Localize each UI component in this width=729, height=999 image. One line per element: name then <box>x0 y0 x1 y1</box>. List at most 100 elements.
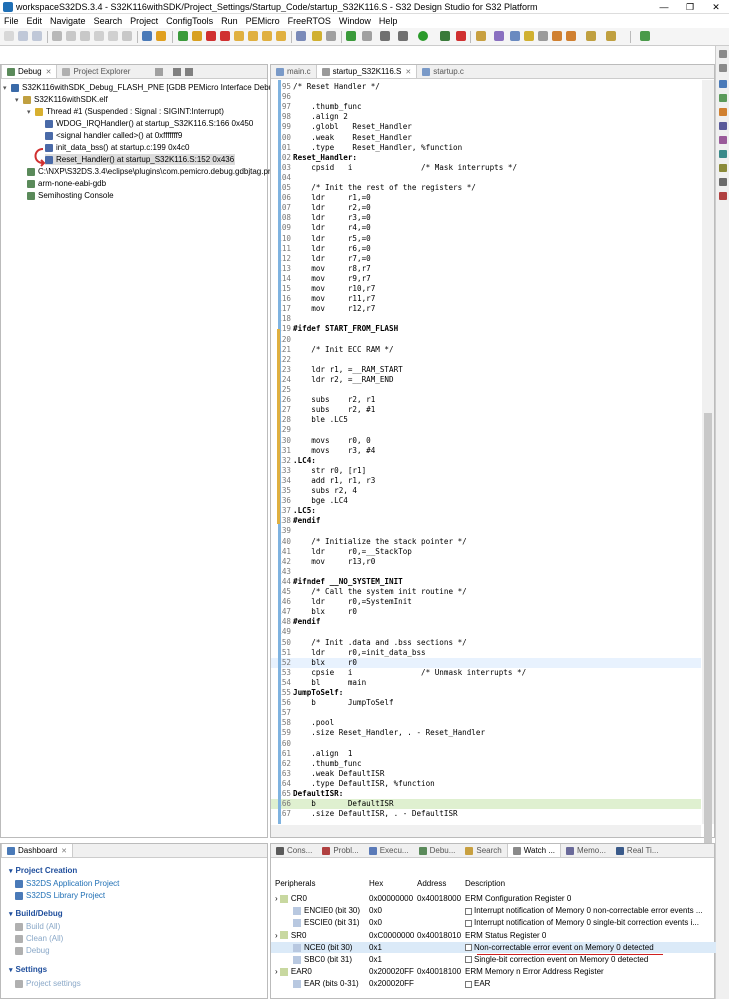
terminate-icon[interactable] <box>206 31 216 41</box>
collapse-icon[interactable]: ▾ <box>3 84 11 92</box>
code-line[interactable]: 145 /* Call the system init routine */ <box>271 587 701 597</box>
prev-annotation-icon[interactable] <box>566 31 576 41</box>
tab-startup-c[interactable]: startup.c <box>417 65 469 78</box>
code-area[interactable]: 95/* Reset Handler */96 97 .thumb_func 98 … <box>271 80 701 824</box>
menu-freertos[interactable]: FreeRTOS <box>284 16 335 26</box>
link-debug[interactable]: Debug <box>15 946 50 955</box>
code-line[interactable]: 166 b DefaultISR <box>271 799 701 810</box>
hex-value[interactable]: 0x1 <box>369 954 382 965</box>
paste-icon[interactable] <box>108 31 118 41</box>
code-line[interactable]: 139 <box>271 526 701 536</box>
debug-icon[interactable] <box>440 31 450 41</box>
code-line[interactable]: 161 .align 1 <box>271 749 701 759</box>
hex-value[interactable]: 0x0 <box>369 917 382 928</box>
code-line[interactable]: 131 movs r3, #4 <box>271 446 701 456</box>
expressions-icon[interactable] <box>719 136 727 144</box>
suspend-icon[interactable] <box>192 31 202 41</box>
code-line[interactable]: 162 .thumb_func <box>271 759 701 769</box>
gdb-process-row[interactable]: C:\NXP\S32DS.3.4\eclipse\plugins\com.pem… <box>27 166 277 177</box>
code-line[interactable]: 157 <box>271 708 701 718</box>
menu-pemicro[interactable]: PEMicro <box>242 16 284 26</box>
link-s32ds-library-project[interactable]: S32DS Library Project <box>15 891 105 900</box>
collapse-icon[interactable]: ▾ <box>27 108 35 116</box>
horizontal-scrollbar[interactable] <box>271 825 701 837</box>
vertical-scrollbar[interactable] <box>702 80 714 843</box>
menu-window[interactable]: Window <box>335 16 375 26</box>
code-line[interactable]: 135 subs r2, 4 <box>271 486 701 496</box>
code-line[interactable]: 118 <box>271 314 701 324</box>
new-icon[interactable] <box>4 31 14 41</box>
new-project-icon[interactable] <box>476 31 486 41</box>
minimize-view-icon[interactable] <box>719 64 727 72</box>
semihosting-row[interactable]: Semihosting Console <box>27 190 114 201</box>
resume-icon[interactable] <box>178 31 188 41</box>
back-icon[interactable] <box>586 31 596 41</box>
code-line[interactable]: 104 <box>271 173 701 183</box>
tab-startup-s[interactable]: startup_S32K116.S ✕ <box>315 65 418 78</box>
disconnect-icon[interactable] <box>220 31 230 41</box>
hex-value[interactable]: 0x200020FF <box>369 966 414 977</box>
minimize-button[interactable]: — <box>651 0 677 14</box>
peripherals-icon[interactable] <box>719 164 727 172</box>
tab-problems[interactable]: Probl... <box>317 844 363 857</box>
code-line[interactable]: 113 mov r8,r7 <box>271 264 701 274</box>
tab-real-time[interactable]: Real Ti... <box>611 844 664 857</box>
code-line[interactable]: 148 #endif <box>271 617 701 627</box>
code-line[interactable]: 98 .align 2 <box>271 112 701 122</box>
watch-row[interactable]: › SR0 0xC0000000 0x40018010 ERM Status Regi… <box>271 930 716 941</box>
code-line[interactable]: 120 <box>271 335 701 345</box>
code-line[interactable]: 102 Reset_Handler: <box>271 153 701 163</box>
code-line[interactable]: 96 <box>271 92 701 102</box>
menu-file[interactable]: File <box>0 16 23 26</box>
stack-frame-row-selected[interactable]: Reset_Handler() at startup_S32K116.S:152… <box>45 154 235 165</box>
code-line[interactable]: 101 .type Reset_Handler, %function <box>271 143 701 153</box>
code-line[interactable]: 133 str r0, [r1] <box>271 466 701 476</box>
menu-project[interactable]: Project <box>126 16 162 26</box>
code-line[interactable]: 155 JumpToSelf: <box>271 688 701 698</box>
open-perspective-icon[interactable] <box>494 31 504 41</box>
tab-executables[interactable]: Execu... <box>364 844 414 857</box>
tab-console[interactable]: Cons... <box>271 844 317 857</box>
target-icon[interactable] <box>398 31 408 41</box>
problems-view-icon[interactable] <box>719 192 727 200</box>
tab-watch[interactable]: Watch ... <box>506 844 562 857</box>
code-line[interactable]: 156 b JumpToSelf <box>271 698 701 708</box>
tab-search[interactable]: Search <box>460 844 506 857</box>
view-menu-icon[interactable] <box>155 67 164 76</box>
code-line[interactable]: 100 .weak Reset_Handler <box>271 133 701 143</box>
link-build[interactable]: Build (All) <box>15 922 60 931</box>
close-tab-icon[interactable]: ✕ <box>46 68 52 76</box>
close-tab-icon[interactable]: ✕ <box>61 847 67 855</box>
code-line[interactable]: 164 .type DefaultISR, %function <box>271 779 701 789</box>
link-clean[interactable]: Clean (All) <box>15 934 63 943</box>
hex-value[interactable]: 0x200020FF <box>369 978 414 989</box>
code-line[interactable]: 134 add r1, r1, r3 <box>271 476 701 486</box>
code-line[interactable]: 137 .LC5: <box>271 506 701 516</box>
restore-icon[interactable] <box>719 50 727 58</box>
code-line[interactable]: 119 #ifdef START_FROM_FLASH <box>271 324 701 334</box>
section-build-debug[interactable]: ▾ Build/Debug <box>9 909 63 918</box>
code-line[interactable]: 167 .size DefaultISR, . - DefaultISR <box>271 809 701 819</box>
code-line[interactable]: 109 ldr r4,=0 <box>271 223 701 233</box>
code-line[interactable]: 138 #endif <box>271 516 701 526</box>
disassembly-view-icon[interactable] <box>719 178 727 186</box>
code-line[interactable]: 126 subs r2, r1 <box>271 395 701 405</box>
forward-icon[interactable] <box>606 31 616 41</box>
build-target-icon[interactable] <box>362 31 372 41</box>
code-line[interactable]: 111 ldr r6,=0 <box>271 244 701 254</box>
maximize-button[interactable]: ❐ <box>677 0 703 14</box>
code-line[interactable]: 117 mov r12,r7 <box>271 304 701 314</box>
stack-frame-row[interactable]: init_data_bss() at startup.c:199 0x4c0 <box>45 142 189 153</box>
print-icon[interactable] <box>52 31 62 41</box>
code-line[interactable]: 95/* Reset Handler */ <box>271 82 701 92</box>
code-line[interactable]: 140 /* Initialize the stack pointer */ <box>271 537 701 547</box>
watch-row[interactable]: › CR0 0x00000000 0x40018000 ERM Configurati… <box>271 893 716 904</box>
code-line[interactable]: 128 ble .LC5 <box>271 415 701 425</box>
column-header-address[interactable]: Address <box>417 877 446 890</box>
menu-navigate[interactable]: Navigate <box>46 16 90 26</box>
hex-value[interactable]: 0x0 <box>369 905 382 916</box>
tab-debugger-console[interactable]: Debu... <box>414 844 461 857</box>
minimize-panel-icon[interactable] <box>173 67 182 76</box>
menu-help[interactable]: Help <box>375 16 402 26</box>
code-line[interactable]: 151 ldr r0,=init_data_bss <box>271 648 701 658</box>
